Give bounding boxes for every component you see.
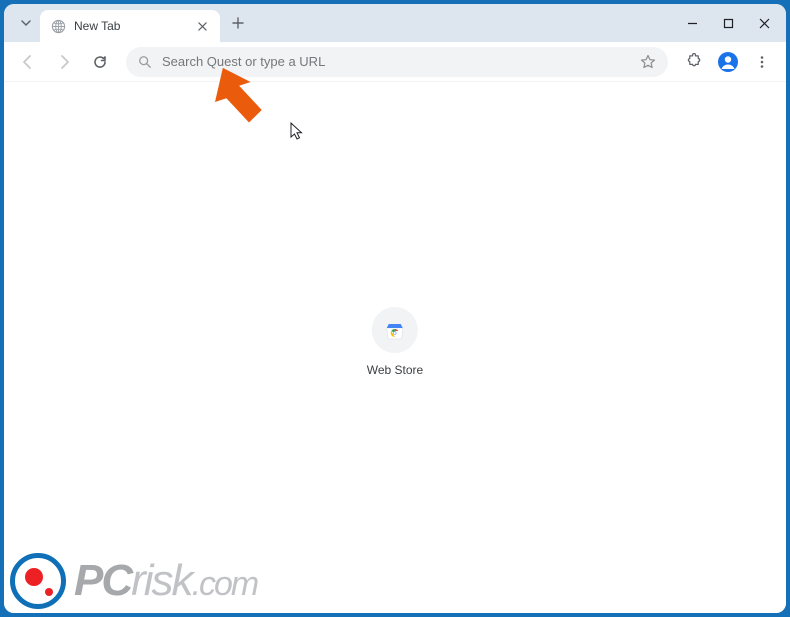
profile-button[interactable] <box>714 48 742 76</box>
tab-close-button[interactable] <box>194 18 210 34</box>
browser-tab[interactable]: New Tab <box>40 10 220 42</box>
close-window-button[interactable] <box>746 8 782 38</box>
toolbar <box>4 42 786 82</box>
tab-title: New Tab <box>74 19 186 33</box>
bookmark-star-icon[interactable] <box>640 54 656 70</box>
search-icon <box>138 55 152 69</box>
puzzle-icon <box>686 53 703 70</box>
minimize-button[interactable] <box>674 8 710 38</box>
maximize-icon <box>723 18 734 29</box>
address-input[interactable] <box>162 54 630 69</box>
shortcut-circle <box>372 307 418 353</box>
maximize-button[interactable] <box>710 8 746 38</box>
profile-avatar-icon <box>717 51 739 73</box>
minimize-icon <box>687 18 698 29</box>
web-store-icon <box>384 319 406 341</box>
page-content: Web Store <box>4 82 786 613</box>
kebab-icon <box>755 55 769 69</box>
reload-icon <box>92 54 108 70</box>
browser-window: New Tab <box>4 4 786 613</box>
tab-strip: New Tab <box>4 4 786 42</box>
back-button[interactable] <box>12 46 44 78</box>
forward-button[interactable] <box>48 46 80 78</box>
close-icon <box>759 18 770 29</box>
chevron-down-icon <box>20 17 32 29</box>
arrow-left-icon <box>20 54 36 70</box>
menu-button[interactable] <box>746 46 778 78</box>
shortcut-web-store[interactable]: Web Store <box>367 307 423 377</box>
plus-icon <box>232 17 244 29</box>
tab-search-button[interactable] <box>12 9 40 37</box>
reload-button[interactable] <box>84 46 116 78</box>
close-icon <box>198 22 207 31</box>
new-tab-button[interactable] <box>224 9 252 37</box>
globe-icon <box>50 18 66 34</box>
address-bar[interactable] <box>126 47 668 77</box>
arrow-right-icon <box>56 54 72 70</box>
window-controls <box>674 4 782 42</box>
extensions-button[interactable] <box>678 46 710 78</box>
shortcut-label: Web Store <box>367 363 423 377</box>
